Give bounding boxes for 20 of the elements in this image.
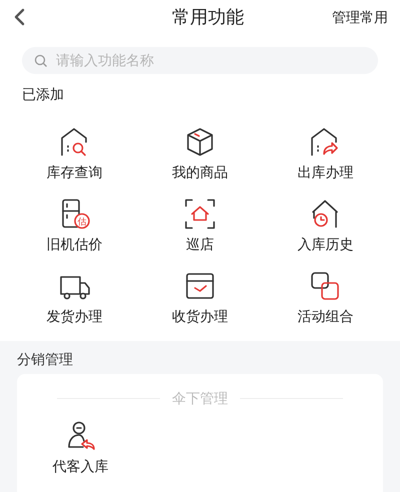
function-tile[interactable]: 活动组合: [262, 269, 388, 325]
function-tile[interactable]: 估 旧机估价: [12, 197, 138, 253]
function-tile[interactable]: 收货办理: [137, 269, 263, 325]
group-heading: 伞下管理: [172, 389, 228, 408]
page-title: 常用功能: [172, 6, 244, 28]
search-icon: [34, 54, 48, 68]
function-tile[interactable]: 巡店: [137, 197, 263, 253]
search-bar[interactable]: 请输入功能名称: [22, 47, 378, 74]
function-tile[interactable]: 入库历史: [262, 197, 388, 253]
back-icon[interactable]: [12, 8, 26, 26]
function-tile[interactable]: 我的商品: [137, 125, 263, 181]
scan-house-icon: [182, 197, 217, 231]
function-tile[interactable]: 库存查询: [12, 125, 138, 181]
function-tile[interactable]: 发货办理: [12, 269, 138, 325]
function-tile[interactable]: 出库办理: [262, 125, 388, 181]
section-title: 已添加: [22, 85, 65, 104]
search-field[interactable]: 请输入功能名称: [56, 50, 366, 71]
manage-link[interactable]: 管理常用: [332, 6, 388, 28]
section-title: 分销管理: [17, 350, 74, 369]
function-tile[interactable]: 代客入库: [21, 419, 140, 475]
